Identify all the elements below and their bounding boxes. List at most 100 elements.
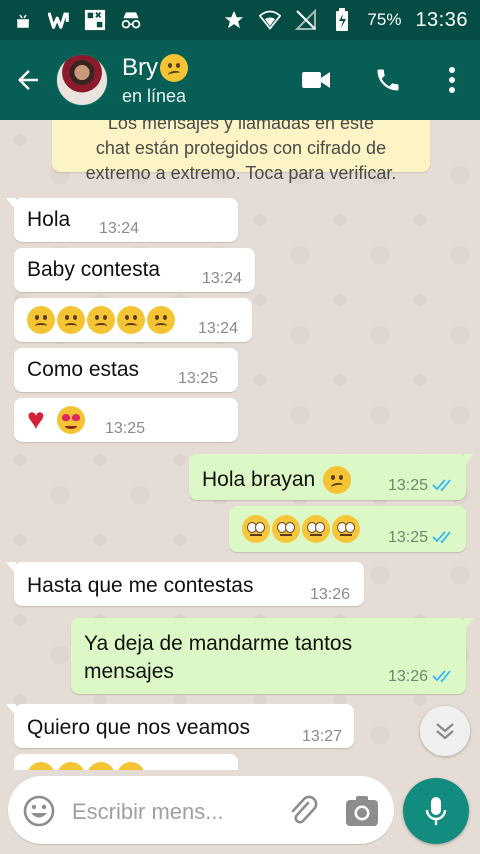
status-bar: 75% 13:36 xyxy=(0,0,480,40)
voice-call-button[interactable] xyxy=(352,40,424,120)
eye-roll-face-icon xyxy=(242,515,270,543)
message-emoji-row xyxy=(27,306,177,334)
message-incoming[interactable]: Como estas 13:25 xyxy=(14,348,238,392)
face-emoji-icon xyxy=(57,762,85,770)
message-outgoing[interactable]: 13:25 xyxy=(229,506,466,552)
chat-header: Bry en línea xyxy=(0,40,480,120)
message-emoji-row xyxy=(27,762,147,770)
message-text: Hasta que me contestas xyxy=(27,574,254,597)
heart-eyes-face-icon xyxy=(57,406,85,434)
message-incoming[interactable]: 13:24 xyxy=(14,298,252,342)
encryption-notice-line-2: chat están protegidos con cifrado de xyxy=(95,138,387,158)
contact-name: Bry xyxy=(122,53,190,82)
message-time: 13:27 xyxy=(302,728,343,745)
message-time: 13:26 xyxy=(388,668,429,685)
w-app-icon xyxy=(48,9,70,31)
video-call-button[interactable] xyxy=(280,40,352,120)
message-input[interactable] xyxy=(72,796,272,828)
message-time: 13:25 xyxy=(388,529,429,546)
incognito-icon xyxy=(120,9,142,31)
clock: 13:36 xyxy=(415,8,468,31)
chat-area[interactable]: Los mensajes y llamadas en este chat est… xyxy=(0,120,480,770)
no-sim-icon xyxy=(295,9,317,31)
signal-wifi-icon xyxy=(259,9,282,31)
bubble-tail xyxy=(6,704,16,716)
red-heart-icon: ♥ xyxy=(27,403,45,436)
notification-icons xyxy=(12,9,142,31)
bubble-tail xyxy=(6,562,16,574)
frowning-face-icon xyxy=(147,306,175,334)
microphone-icon xyxy=(425,797,447,825)
qr-app-icon xyxy=(84,9,106,31)
eye-roll-face-icon xyxy=(332,515,360,543)
encryption-notice-line-1: Los mensajes y llamadas en este xyxy=(107,120,375,133)
battery-percent: 75% xyxy=(367,10,402,29)
contact-status: en línea xyxy=(122,85,187,106)
header-actions xyxy=(280,40,480,120)
message-incoming[interactable]: ♥ 13:25 xyxy=(14,398,238,442)
system-status: 75% 13:36 xyxy=(223,8,468,32)
video-camera-icon xyxy=(302,72,330,88)
face-emoji-icon xyxy=(27,762,55,770)
camera-icon[interactable] xyxy=(344,794,380,828)
message-text: Hola brayan xyxy=(202,468,316,491)
contact-info[interactable]: Bry en línea xyxy=(122,53,190,107)
message-incoming[interactable]: Baby contesta 13:24 xyxy=(14,248,255,292)
battery-icon xyxy=(331,8,353,31)
unamused-face-icon xyxy=(323,466,352,494)
bubble-tail xyxy=(464,618,474,630)
double-check-read-icon xyxy=(432,479,451,492)
avatar[interactable] xyxy=(56,54,108,106)
more-vert-icon xyxy=(449,67,455,93)
message-input-box xyxy=(8,776,394,844)
double-chevron-down-icon xyxy=(436,723,454,740)
frowning-face-icon xyxy=(27,306,55,334)
composer-bar xyxy=(0,770,480,854)
frowning-face-icon xyxy=(87,306,115,334)
more-options-button[interactable] xyxy=(424,40,480,120)
contact-name-text: Bry xyxy=(122,53,158,81)
message-incoming[interactable]: Hola 13:24 xyxy=(6,198,238,242)
back-button[interactable] xyxy=(0,40,56,120)
message-text: Quiero que nos veamos xyxy=(27,716,250,739)
phone-icon xyxy=(377,69,399,91)
encryption-notice[interactable]: Los mensajes y llamadas en este chat est… xyxy=(52,120,430,183)
frowning-face-icon xyxy=(57,306,85,334)
message-incoming[interactable]: Quiero que nos veamos 13:27 xyxy=(6,704,354,748)
voice-record-button[interactable] xyxy=(403,778,469,844)
message-emoji-row: ♥ xyxy=(27,403,87,436)
message-content: Hola brayan xyxy=(202,466,353,494)
message-text: Ya deja de mandarme tantos mensajes xyxy=(84,630,352,686)
star-icon xyxy=(223,9,245,31)
emoji-button[interactable] xyxy=(22,794,56,828)
encryption-notice-line-3: extremo a extremo. Toca para verificar. xyxy=(85,163,397,183)
arrow-left-icon xyxy=(18,70,38,90)
message-text: Baby contesta xyxy=(27,258,161,281)
android-debug-icon xyxy=(12,9,34,31)
message-text-line-2: mensajes xyxy=(84,660,174,683)
frowning-face-icon xyxy=(117,306,145,334)
message-outgoing[interactable]: Ya deja de mandarme tantos mensajes 13:2… xyxy=(71,618,474,694)
message-text: Como estas xyxy=(27,358,140,381)
message-time: 13:26 xyxy=(310,586,351,603)
scroll-to-bottom-button[interactable] xyxy=(420,706,470,756)
message-emoji-row xyxy=(242,515,362,543)
eye-roll-face-icon xyxy=(302,515,330,543)
message-time: 13:24 xyxy=(198,320,239,337)
face-emoji-icon xyxy=(117,762,145,770)
double-check-read-icon xyxy=(432,670,451,683)
message-text-line-1: Ya deja de mandarme tantos xyxy=(84,632,353,655)
face-emoji-icon xyxy=(87,762,115,770)
message-outgoing[interactable]: Hola brayan 13:25 xyxy=(189,454,474,500)
message-time: 13:24 xyxy=(202,270,243,287)
message-text: Hola xyxy=(27,208,71,231)
message-time: 13:24 xyxy=(99,220,140,237)
message-incoming[interactable]: Hasta que me contestas 13:26 xyxy=(6,562,364,606)
eye-roll-face-icon xyxy=(272,515,300,543)
message-time: 13:25 xyxy=(105,420,146,437)
double-check-read-icon xyxy=(432,531,451,544)
bubble-tail xyxy=(6,198,16,210)
paperclip-icon[interactable] xyxy=(286,794,320,828)
message-incoming-partial[interactable] xyxy=(14,754,238,770)
message-time: 13:25 xyxy=(388,477,429,494)
